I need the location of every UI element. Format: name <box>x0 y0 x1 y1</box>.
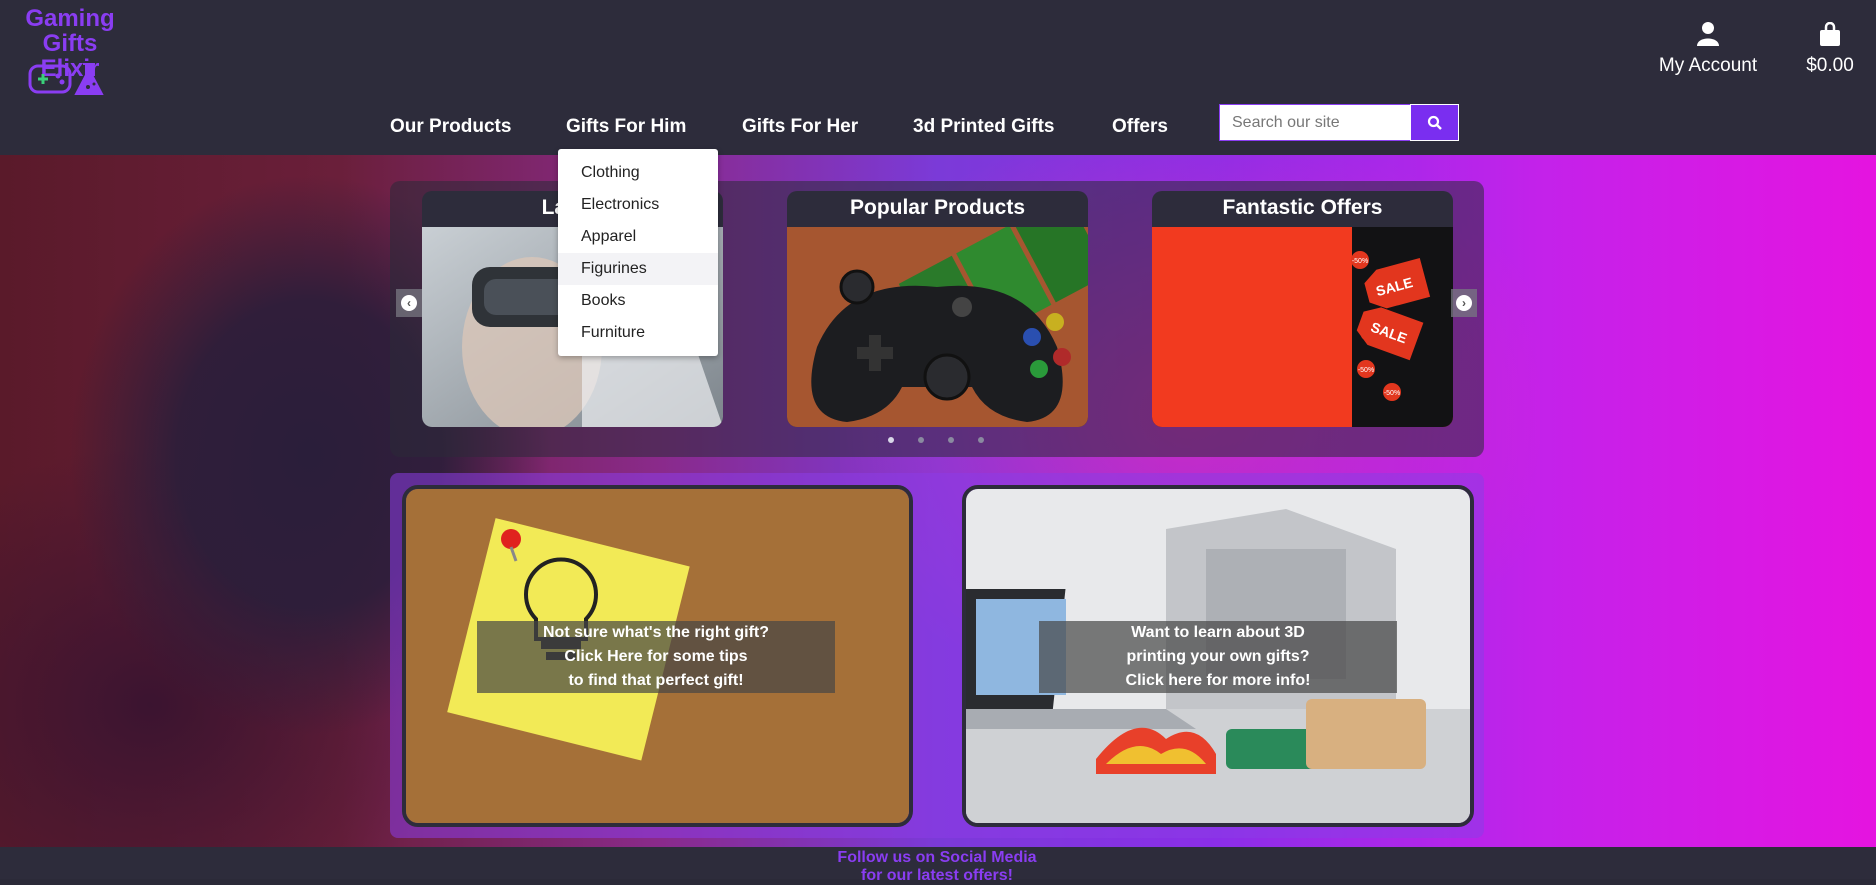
sale-tags-image: SALE SALE -50% -50% -50% <box>1152 227 1453 427</box>
carousel-dot-1[interactable] <box>888 437 894 443</box>
footer-line-1: Follow us on Social Media <box>837 849 1037 866</box>
shopping-bag-icon <box>1820 21 1840 46</box>
logo-line-1: Gaming Gifts <box>25 5 115 57</box>
gift-tips-tile[interactable]: Not sure what's the right gift? Click He… <box>402 485 913 827</box>
my-account-label: My Account <box>1658 55 1758 76</box>
3d-printing-tile[interactable]: Want to learn about 3D printing your own… <box>962 485 1474 827</box>
3d-printing-line-1: Want to learn about 3D <box>1131 624 1305 641</box>
dropdown-item-electronics[interactable]: Electronics <box>558 189 718 221</box>
my-account-link[interactable]: My Account <box>1658 22 1758 77</box>
3d-printing-caption: Want to learn about 3D printing your own… <box>1039 621 1397 693</box>
discount-badge-2: -50% <box>1358 367 1374 374</box>
nav-our-products[interactable]: Our Products <box>390 116 511 138</box>
dropdown-item-figurines[interactable]: Figurines <box>558 253 718 285</box>
game-controller-image <box>787 227 1088 427</box>
3d-printing-line-2: printing your own gifts? <box>1126 648 1310 665</box>
cart-link[interactable]: $0.00 <box>1800 21 1860 77</box>
cart-total: $0.00 <box>1806 55 1854 76</box>
search-icon <box>1427 115 1442 130</box>
carousel-next-button[interactable]: › <box>1451 289 1477 317</box>
nav-3d-printed-gifts[interactable]: 3d Printed Gifts <box>913 116 1054 138</box>
search-button[interactable] <box>1410 104 1459 141</box>
user-icon <box>1697 22 1719 46</box>
site-logo[interactable]: Gaming Gifts Elixir <box>0 5 150 95</box>
social-media-text[interactable]: Follow us on Social Media for our latest… <box>820 849 1054 885</box>
card-title: Fantastic Offers <box>1222 196 1383 219</box>
chevron-right-icon: › <box>1456 295 1472 311</box>
dropdown-item-furniture[interactable]: Furniture <box>558 317 718 349</box>
carousel-dot-3[interactable] <box>948 437 954 443</box>
card-title: Popular Products <box>849 196 1026 219</box>
discount-badge-3: -50% <box>1384 390 1400 397</box>
nav-offers[interactable]: Offers <box>1112 116 1168 138</box>
site-footer: Follow us on Social Media for our latest… <box>0 847 1876 884</box>
gift-tips-line-2: Click Here for some tips <box>564 648 748 665</box>
gift-tips-line-3: to find that perfect gift! <box>568 672 744 689</box>
carousel-card-popular-products[interactable]: Popular Products <box>787 191 1088 427</box>
gift-tips-line-1: Not sure what's the right gift? <box>542 624 770 641</box>
carousel-dot-4[interactable] <box>978 437 984 443</box>
carousel-prev-button[interactable]: ‹ <box>396 289 422 317</box>
site-header: Gaming Gifts Elixir My Account $0.00 Our… <box>0 0 1876 155</box>
dropdown-item-apparel[interactable]: Apparel <box>558 221 718 253</box>
gift-tips-caption: Not sure what's the right gift? Click He… <box>477 621 835 693</box>
discount-badge-1: -50% <box>1352 258 1368 265</box>
chevron-left-icon: ‹ <box>401 295 417 311</box>
gifts-for-him-dropdown: Clothing Electronics Apparel Figurines B… <box>558 149 718 356</box>
footer-line-2: for our latest offers! <box>860 867 1013 884</box>
carousel-card-fantastic-offers[interactable]: Fantastic Offers SALE SALE -50% -50% -50… <box>1152 191 1453 427</box>
carousel-dot-2[interactable] <box>918 437 924 443</box>
gamepad-flask-icon <box>28 63 104 95</box>
dropdown-item-clothing[interactable]: Clothing <box>558 157 718 189</box>
logo-icons <box>28 62 118 103</box>
nav-gifts-for-her[interactable]: Gifts For Her <box>742 116 858 138</box>
dropdown-item-books[interactable]: Books <box>558 285 718 317</box>
3d-printing-line-3: Click here for more info! <box>1125 672 1311 689</box>
nav-gifts-for-him[interactable]: Gifts For Him <box>566 116 686 138</box>
